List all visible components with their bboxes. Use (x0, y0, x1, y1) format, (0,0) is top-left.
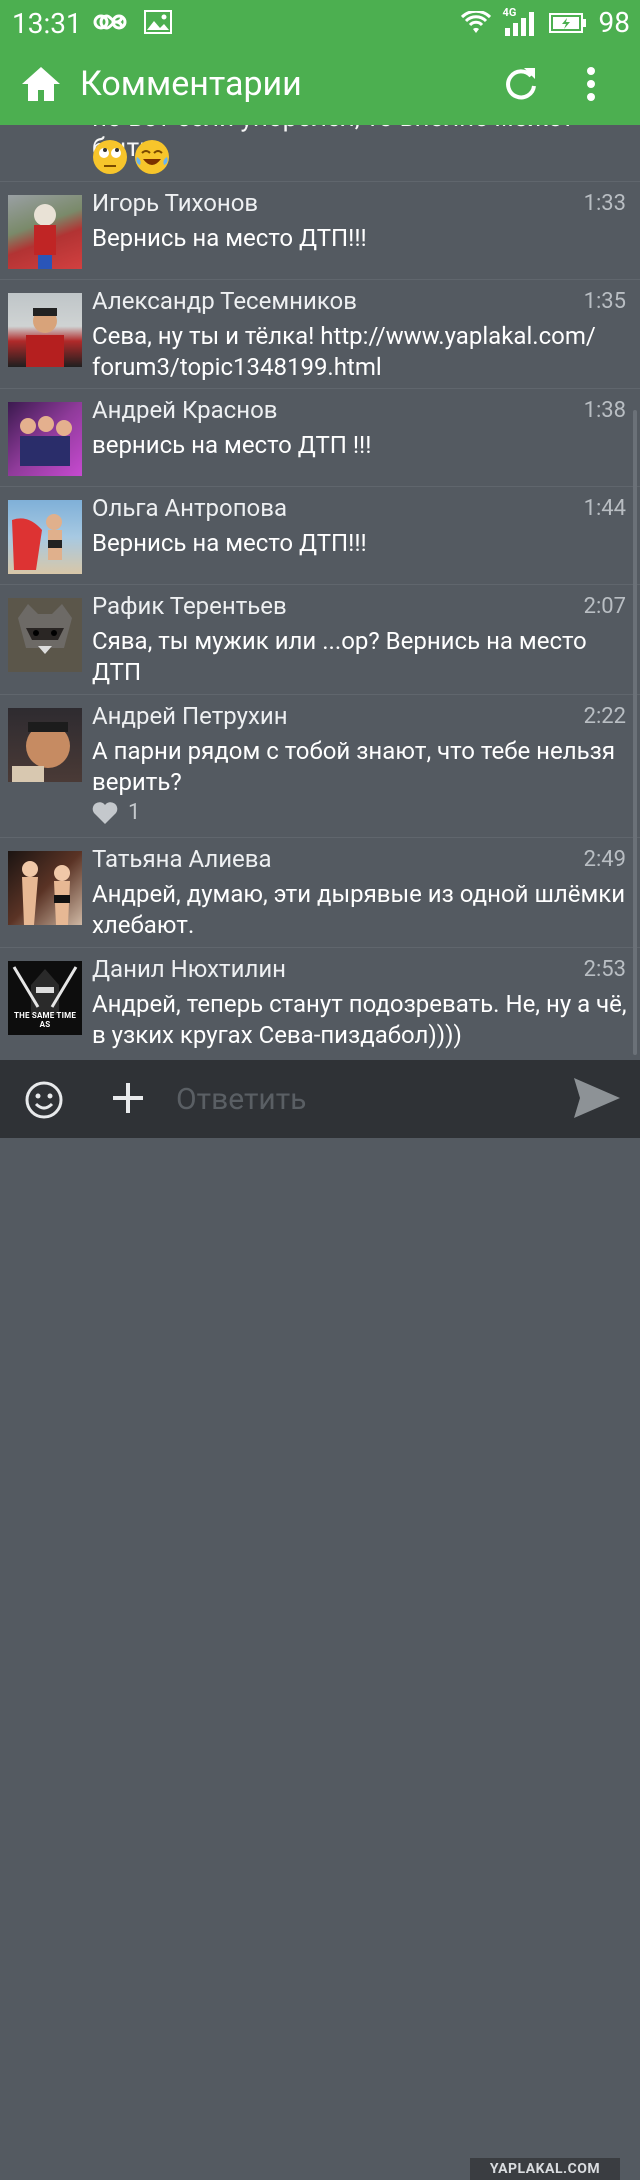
comment-text: Андрей, думаю, эти дырявые из одной шлём… (92, 880, 626, 939)
comment-item[interactable]: Татьяна Алиева 2:49 Андрей, думаю, эти д… (0, 837, 640, 948)
comment-author[interactable]: Андрей Краснов (92, 396, 277, 424)
overflow-menu-button[interactable] (585, 66, 597, 106)
comment-text: но вот если упоролся, то вполне может бы… (92, 125, 640, 163)
comment-author[interactable]: Ольга Антропова (92, 494, 287, 522)
battery-icon (548, 12, 586, 33)
comment-time: 1:35 (583, 289, 626, 314)
status-bar: 13:31 4G 98 (0, 0, 640, 46)
rolling-eyes-emoji-icon (93, 140, 127, 174)
battery-percent: 98 (598, 6, 630, 39)
comment-author[interactable]: Андрей Петрухин (92, 702, 288, 730)
comment-text: вернись на место ДТП !!! (92, 431, 372, 459)
comment-time: 2:22 (583, 704, 626, 729)
comment-item[interactable]: Андрей Краснов 1:38 вернись на место ДТП… (0, 388, 640, 487)
avatar[interactable]: THE SAME TIME AS (8, 961, 82, 1035)
emoji-button[interactable] (24, 1080, 64, 1124)
avatar[interactable] (8, 851, 82, 925)
heart-icon (92, 801, 118, 824)
reply-input[interactable]: Ответить (176, 1082, 306, 1117)
avatar[interactable] (8, 195, 82, 269)
comment-author[interactable]: Татьяна Алиева (92, 845, 272, 873)
comment-text: Сева, ну ты и тёлка! http://www.yaplakal… (92, 322, 596, 381)
refresh-button[interactable] (500, 64, 540, 108)
more-vert-icon (587, 67, 595, 101)
image-icon (144, 10, 172, 34)
avatar[interactable] (8, 402, 82, 476)
comment-item[interactable]: THE SAME TIME AS Данил Нюхтилин 2:53 Анд… (0, 947, 640, 1060)
plus-icon (113, 1083, 143, 1113)
app-bar: Комментарии (0, 46, 640, 125)
tears-of-joy-emoji-icon (135, 140, 169, 174)
reply-composer: Ответить YAPLAKAL.COM (0, 1060, 640, 2180)
comment-text: Вернись на место ДТП!!! (92, 529, 367, 557)
comment-time: 2:53 (583, 957, 626, 982)
comment-author[interactable]: Рафик Терентьев (92, 592, 287, 620)
home-button[interactable] (20, 64, 62, 108)
avatar[interactable] (8, 500, 82, 574)
comment-time: 1:38 (583, 398, 626, 423)
comment-time: 2:07 (583, 594, 626, 619)
avatar[interactable] (8, 293, 82, 367)
comment-text: А парни рядом с тобой знают, что тебе не… (92, 737, 615, 796)
comment-text: Андрей, теперь станут подозревать. Не, н… (92, 990, 627, 1049)
cell-signal-icon: 4G (503, 6, 537, 38)
attach-button[interactable] (110, 1080, 146, 1120)
refresh-icon (506, 68, 536, 100)
comment-item[interactable]: Александр Тесемников 1:35 Сева, ну ты и … (0, 279, 640, 389)
wifi-icon (460, 10, 491, 33)
comment-author[interactable]: Александр Тесемников (92, 287, 357, 315)
send-icon (574, 1078, 620, 1118)
list-item: но вот если упоролся, то вполне может бы… (0, 125, 640, 182)
avatar[interactable] (8, 708, 82, 782)
comment-time: 2:49 (583, 847, 626, 872)
status-time: 13:31 (12, 7, 82, 40)
avatar-caption: THE SAME TIME AS (13, 1011, 77, 1029)
comment-time: 1:44 (583, 496, 626, 521)
home-icon (22, 67, 60, 101)
comment-item[interactable]: Игорь Тихонов 1:33 Вернись на место ДТП!… (0, 181, 640, 280)
page-title: Комментарии (80, 64, 302, 104)
comment-text: Вернись на место ДТП!!! (92, 224, 367, 252)
comment-list[interactable]: но вот если упоролся, то вполне может бы… (0, 125, 640, 1060)
comment-time: 1:33 (583, 191, 626, 216)
like-button[interactable]: 1 (92, 800, 140, 825)
infinity-icon (93, 14, 127, 30)
send-button[interactable] (572, 1076, 622, 1124)
comment-author[interactable]: Данил Нюхтилин (92, 955, 286, 983)
comment-author[interactable]: Игорь Тихонов (92, 189, 258, 217)
smiley-icon (25, 1081, 63, 1119)
comment-text: Сява, ты мужик или ...ор? Вернись на мес… (92, 627, 587, 686)
avatar[interactable] (8, 598, 82, 672)
comment-item[interactable]: Андрей Петрухин 2:22 А парни рядом с тоб… (0, 694, 640, 838)
comment-item[interactable]: Ольга Антропова 1:44 Вернись на место ДТ… (0, 486, 640, 585)
watermark: YAPLAKAL.COM (470, 2158, 620, 2180)
scrollbar[interactable] (633, 410, 637, 1055)
comment-item[interactable]: Рафик Терентьев 2:07 Сява, ты мужик или … (0, 584, 640, 695)
like-count: 1 (128, 800, 141, 825)
